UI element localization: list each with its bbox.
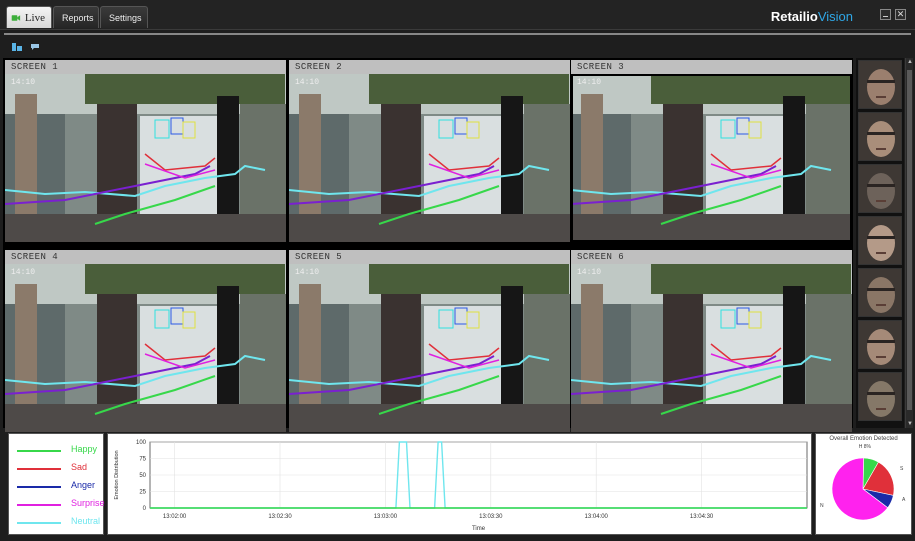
emotion-chart-svg: 0 25 50 75 100 13:02:00 13:02:30 13:03:00 13:03:… — [114, 440, 808, 532]
tab-reports-label: Reports — [62, 12, 94, 23]
scroll-up-icon[interactable]: ▲ — [906, 58, 914, 66]
camera-feed: 14:10 — [571, 74, 852, 242]
chat-icon[interactable] — [30, 43, 40, 51]
legend-swatch — [17, 468, 61, 470]
screen-label: SCREEN 2 — [289, 60, 570, 74]
x-tick-label: 13:02:30 — [268, 514, 292, 520]
tab-live-label: Live — [24, 11, 45, 24]
legend-item: Happy — [17, 444, 101, 456]
face-strip — [856, 58, 904, 428]
camera-timestamp: 14:10 — [295, 268, 319, 277]
camera-feed: 14:10 — [289, 264, 570, 432]
camera-timestamp: 14:10 — [11, 78, 35, 87]
pie-label: A — [902, 497, 906, 503]
legend-item: Sad — [17, 462, 101, 474]
face-thumbnail[interactable] — [858, 268, 902, 317]
face-thumbnail[interactable] — [858, 320, 902, 369]
camera-feed: 14:10 — [289, 74, 570, 242]
legend-swatch — [17, 486, 61, 488]
screen-label: SCREEN 3 — [571, 60, 852, 74]
camera-feed: 14:10 — [571, 264, 852, 432]
screen-label: SCREEN 1 — [5, 60, 286, 74]
brand-accent: Vision — [817, 9, 853, 24]
camera-screen[interactable]: SCREEN 4 14:10 — [5, 250, 286, 432]
x-tick-label: 13:04:00 — [585, 514, 609, 520]
emotion-pie-chart: H 8% S A N — [820, 444, 906, 521]
legend-item: Neutral — [17, 516, 101, 528]
title-bar: Live Reports Settings RetailioVision ✕ — [0, 0, 915, 30]
pie-title: Overall Emotion Detected — [829, 436, 898, 442]
camera-timestamp: 14:10 — [577, 78, 601, 87]
camera-grid: SCREEN 1 14:10 SCREEN 2 14:10 SCREEN 3 1… — [3, 58, 853, 432]
app-window: Live Reports Settings RetailioVision ✕ S… — [0, 0, 915, 541]
emotion-pie-panel: Overall Emotion Detected H 8% S A N — [815, 433, 912, 535]
legend-label: Surprise — [71, 498, 105, 508]
face-thumbnail[interactable] — [858, 112, 902, 161]
x-tick-label: 13:03:30 — [479, 514, 503, 520]
camera-screen[interactable]: SCREEN 3 14:10 — [571, 60, 852, 242]
y-tick-label: 50 — [139, 473, 146, 479]
legend-item: Anger — [17, 480, 101, 492]
y-tick-label: 75 — [139, 457, 146, 463]
legend-swatch — [17, 450, 61, 452]
layout-icon[interactable] — [12, 43, 22, 51]
camera-screen[interactable]: SCREEN 2 14:10 — [289, 60, 570, 242]
scroll-down-icon[interactable]: ▼ — [906, 420, 914, 428]
face-thumbnail[interactable] — [858, 372, 902, 421]
divider — [4, 33, 911, 35]
face-scrollbar[interactable]: ▲ ▼ — [905, 58, 913, 428]
legend-label: Neutral — [71, 516, 101, 526]
close-icon: ✕ — [896, 9, 905, 19]
pie-label: S — [900, 466, 904, 472]
y-tick-label: 25 — [139, 490, 146, 496]
tab-live[interactable]: Live — [6, 6, 52, 28]
legend-label: Anger — [71, 480, 96, 490]
legend-swatch — [17, 522, 61, 524]
pie-label: N — [820, 503, 824, 509]
camera-icon — [11, 14, 21, 21]
legend-swatch — [17, 504, 61, 506]
x-tick-label: 13:02:00 — [163, 514, 187, 520]
screen-label: SCREEN 6 — [571, 250, 852, 264]
emotion-chart: 0 25 50 75 100 13:02:00 13:02:30 13:03:00 13:03:… — [107, 433, 812, 535]
legend-item: Surprise — [17, 498, 105, 510]
legend-label: Sad — [71, 462, 88, 472]
x-tick-label: 13:03:00 — [374, 514, 398, 520]
tab-settings-label: Settings — [109, 12, 142, 23]
camera-feed: 14:10 — [5, 74, 286, 242]
face-thumbnail[interactable] — [858, 60, 902, 109]
emotion-legend: Happy Sad Anger Surprise Neutral — [8, 433, 105, 535]
brand-name: Retailio — [770, 9, 818, 24]
camera-timestamp: 14:10 — [11, 268, 35, 277]
brand-logo: RetailioVision — [771, 9, 853, 24]
legend-label: Happy — [71, 444, 98, 454]
face-thumbnail[interactable] — [858, 164, 902, 213]
camera-feed: 14:10 — [5, 264, 286, 432]
y-axis-label: Emotion Distribution — [114, 450, 120, 499]
close-button[interactable]: ✕ — [895, 9, 906, 20]
minimize-button[interactable] — [880, 9, 891, 20]
screen-label: SCREEN 5 — [289, 250, 570, 264]
tab-reports[interactable]: Reports — [53, 6, 99, 28]
camera-screen[interactable]: SCREEN 5 14:10 — [289, 250, 570, 432]
screen-label: SCREEN 4 — [5, 250, 286, 264]
y-tick-label: 0 — [143, 506, 147, 512]
face-thumbnail[interactable] — [858, 216, 902, 265]
camera-timestamp: 14:10 — [295, 78, 319, 87]
camera-timestamp: 14:10 — [577, 268, 601, 277]
tab-settings[interactable]: Settings — [100, 6, 148, 28]
x-axis-label: Time — [472, 526, 486, 532]
x-tick-label: 13:04:30 — [690, 514, 714, 520]
camera-screen[interactable]: SCREEN 1 14:10 — [5, 60, 286, 242]
camera-screen[interactable]: SCREEN 6 14:10 — [571, 250, 852, 432]
scroll-thumb[interactable] — [907, 70, 912, 410]
y-tick-label: 100 — [136, 440, 147, 446]
pie-label: H 8% — [859, 444, 872, 450]
